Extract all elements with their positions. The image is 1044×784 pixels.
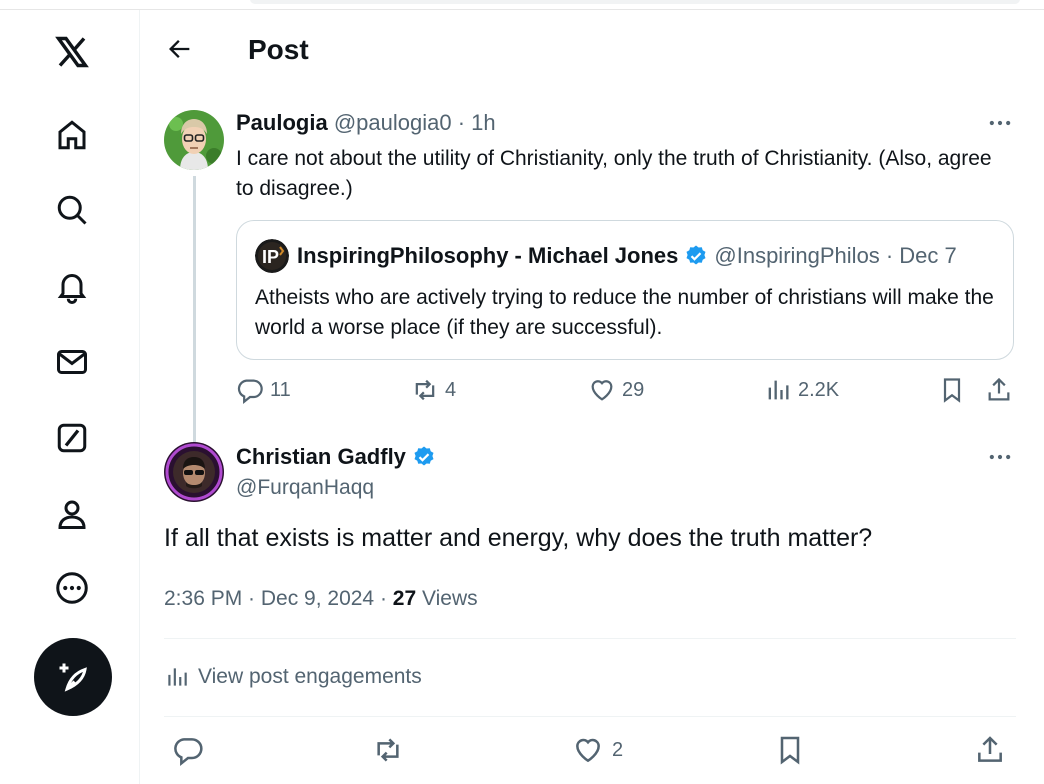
reply-icon xyxy=(174,738,203,766)
like-count: 2 xyxy=(612,738,624,761)
more-options-button[interactable] xyxy=(983,112,1017,134)
more-horizontal-icon xyxy=(989,120,1011,126)
view-count: 2.2K xyxy=(798,378,840,401)
engagements-label: View post engagements xyxy=(198,665,422,688)
views-button[interactable]: 2.2K xyxy=(764,376,839,404)
analytics-icon xyxy=(768,380,789,400)
share-button[interactable] xyxy=(974,734,1014,766)
compose-icon xyxy=(59,663,87,692)
profile-icon[interactable] xyxy=(44,486,100,542)
author-row: Christian Gadfly xyxy=(236,444,442,470)
repost-button[interactable] xyxy=(372,734,412,766)
quoted-header: InspiringPhilosophy - Michael Jones @Ins… xyxy=(297,243,957,269)
share-icon xyxy=(978,736,1002,762)
avatar[interactable] xyxy=(164,110,224,170)
divider xyxy=(164,638,1016,639)
author-handle[interactable]: @paulogia0 xyxy=(334,110,452,135)
heart-icon xyxy=(591,380,613,401)
repost-button[interactable]: 4 xyxy=(411,376,456,404)
back-button[interactable] xyxy=(163,32,197,66)
page-header: Post xyxy=(141,10,1044,94)
post-header: Christian Gadfly @FurqanHaqq xyxy=(236,444,442,500)
post-action-bar: 2 xyxy=(164,734,1016,774)
grok-icon[interactable] xyxy=(44,410,100,466)
reply-text: I care not about the utility of Christia… xyxy=(236,147,992,200)
address-bar-edge xyxy=(250,0,1020,4)
bookmark-icon xyxy=(780,736,800,765)
avatar[interactable] xyxy=(164,442,224,502)
more-options-button[interactable] xyxy=(983,446,1017,468)
repost-icon xyxy=(377,738,399,762)
mail-icon[interactable] xyxy=(44,334,100,390)
verified-badge-icon xyxy=(686,245,706,265)
home-icon[interactable] xyxy=(44,107,100,163)
post-detail-column: Post Paulogia @paulogia0 · 1h I care not… xyxy=(141,10,1044,784)
more-horizontal-icon xyxy=(989,454,1011,460)
reply-icon xyxy=(237,379,263,404)
heart-icon xyxy=(576,738,600,763)
reply-action-bar: 11 4 29 2.2K xyxy=(236,376,1016,410)
quoted-author-name: InspiringPhilosophy - Michael Jones xyxy=(297,243,679,268)
post-timestamp[interactable]: 2:36 PM · Dec 9, 2024 · xyxy=(164,587,393,610)
quoted-text: Atheists who are actively trying to redu… xyxy=(255,286,994,339)
browser-top-bar xyxy=(0,0,1044,10)
divider xyxy=(164,716,1016,717)
thread-line xyxy=(193,176,196,444)
post-text: If all that exists is matter and energy,… xyxy=(164,524,873,552)
share-button[interactable] xyxy=(985,376,1019,404)
reply-header: Paulogia @paulogia0 · 1h xyxy=(236,110,496,136)
reply-button[interactable] xyxy=(172,734,212,766)
share-icon xyxy=(988,377,1010,401)
quoted-post-time: · Dec 7 xyxy=(885,243,957,268)
quoted-author-handle: @InspiringPhilos xyxy=(714,243,880,268)
back-arrow-icon xyxy=(169,40,190,58)
repost-icon xyxy=(415,379,435,401)
author-name[interactable]: Christian Gadfly xyxy=(236,444,406,470)
page-title: Post xyxy=(248,34,309,65)
reply-button[interactable]: 11 xyxy=(236,376,291,404)
views-count: 27 xyxy=(392,587,417,610)
post-meta: 2:36 PM · Dec 9, 2024 · 27 Views xyxy=(164,587,478,611)
quoted-avatar: IP xyxy=(255,239,289,273)
sidebar xyxy=(0,10,140,784)
author-name[interactable]: Paulogia xyxy=(236,110,328,135)
like-button[interactable]: 2 xyxy=(572,734,623,766)
like-count: 29 xyxy=(622,378,645,401)
reply-count: 11 xyxy=(270,378,291,401)
verified-badge-icon[interactable] xyxy=(412,445,436,469)
view-engagements-link[interactable]: View post engagements xyxy=(164,664,422,690)
bell-icon[interactable] xyxy=(44,258,100,314)
bookmark-button[interactable] xyxy=(774,734,814,766)
bookmark-icon xyxy=(943,378,961,403)
like-button[interactable]: 29 xyxy=(588,376,644,404)
author-handle[interactable]: @FurqanHaqq xyxy=(236,476,442,500)
svg-text:IP: IP xyxy=(262,247,279,267)
compose-button[interactable] xyxy=(34,638,112,716)
x-logo-icon[interactable] xyxy=(44,24,100,80)
analytics-icon xyxy=(168,668,187,686)
bookmark-button[interactable] xyxy=(938,376,972,404)
quoted-post[interactable]: IP InspiringPhilosophy - Michael Jones @… xyxy=(236,220,1014,360)
repost-count: 4 xyxy=(445,378,457,401)
views-label: Views xyxy=(416,587,478,610)
post-time[interactable]: · 1h xyxy=(458,110,496,135)
search-icon[interactable] xyxy=(44,182,100,238)
more-circle-icon[interactable] xyxy=(44,560,100,616)
